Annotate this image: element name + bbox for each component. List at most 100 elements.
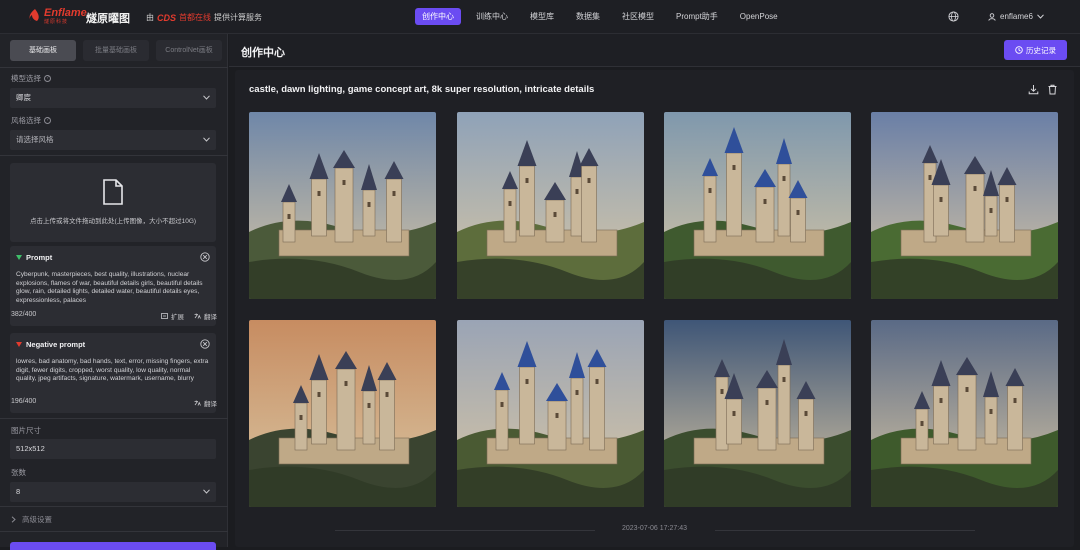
translate-button[interactable]: 翻译 xyxy=(194,311,217,321)
nav-item-prompt-assistant[interactable]: Prompt助手 xyxy=(669,8,725,25)
chevron-down-icon xyxy=(203,137,210,142)
image-count-select[interactable]: 8 xyxy=(10,482,216,502)
main-nav: 创作中心 训练中心 模型库 数据集 社区模型 Prompt助手 OpenPose xyxy=(415,8,793,25)
translate-icon xyxy=(194,313,201,319)
sidebar-panel: 基础画板 批量基础画板 ControlNet画板 模型选择 ? 卿宸 风格选择 … xyxy=(0,34,228,550)
castle-image-3[interactable] xyxy=(664,112,851,299)
image-upload-dropzone[interactable]: 点击上传或将文件拖动到此处(上传图像，大小不超过10G) xyxy=(10,163,216,242)
style-select-label: 风格选择 ? xyxy=(11,115,51,126)
globe-icon[interactable] xyxy=(948,11,959,22)
history-button-label: 历史记录 xyxy=(1026,45,1056,55)
model-select-value: 卿宸 xyxy=(16,93,31,102)
main-header: 创作中心 历史记录 xyxy=(229,34,1080,67)
tab-batch-basic-panel[interactable]: 批量基础画板 xyxy=(83,40,149,61)
model-select[interactable]: 卿宸 xyxy=(10,88,216,108)
help-icon[interactable]: ? xyxy=(44,75,51,82)
divider xyxy=(0,531,228,532)
negative-prompt-char-count: 196/400 xyxy=(11,398,37,405)
castle-illustration xyxy=(457,112,644,299)
generate-button[interactable] xyxy=(10,542,216,550)
chevron-down-icon xyxy=(203,95,210,100)
file-icon xyxy=(103,179,123,205)
collapse-triangle-icon xyxy=(16,342,22,347)
translate-label: 翻译 xyxy=(204,314,217,321)
user-icon xyxy=(988,12,996,21)
timestamp-wrap: 2023-07-06 17:27:43 xyxy=(235,525,1074,532)
castle-illustration xyxy=(871,112,1058,299)
prompt-title: Prompt xyxy=(26,253,53,262)
prompt-header[interactable]: Prompt xyxy=(16,253,52,262)
castle-image-7[interactable] xyxy=(664,320,851,507)
nav-item-community-models[interactable]: 社区模型 xyxy=(615,8,661,25)
castle-image-1[interactable] xyxy=(249,112,436,299)
nav-item-datasets[interactable]: 数据集 xyxy=(569,8,607,25)
timestamp-divider: 2023-07-06 17:27:43 xyxy=(235,525,1074,535)
enflame-logo[interactable]: Enflame 燧原科技 xyxy=(28,8,87,25)
help-icon[interactable]: ? xyxy=(44,117,51,124)
divider xyxy=(0,155,228,156)
clock-icon xyxy=(1015,46,1023,54)
style-select[interactable]: 请选择风格 xyxy=(10,130,216,150)
tab-controlnet-panel[interactable]: ControlNet画板 xyxy=(156,40,222,61)
translate-label: 翻译 xyxy=(204,401,217,408)
expand-button[interactable]: 扩展 xyxy=(161,311,184,321)
chevron-down-icon xyxy=(203,489,210,494)
generation-result-card: castle, dawn lighting, game concept art,… xyxy=(235,70,1074,547)
user-menu[interactable]: enflame6 xyxy=(988,12,1044,21)
sponsor-prefix: 由 xyxy=(146,13,154,22)
nav-item-model-library[interactable]: 模型库 xyxy=(523,8,561,25)
clear-circle-icon[interactable] xyxy=(200,252,210,262)
model-select-label: 模型选择 ? xyxy=(11,73,51,84)
tab-basic-panel[interactable]: 基础画板 xyxy=(10,40,76,61)
flame-logo-icon xyxy=(29,8,39,21)
advanced-settings-toggle[interactable]: 高级设置 xyxy=(11,514,52,525)
generation-timestamp: 2023-07-06 17:27:43 xyxy=(616,525,693,532)
castle-image-4[interactable] xyxy=(871,112,1058,299)
castle-image-8[interactable] xyxy=(871,320,1058,507)
castle-image-2[interactable] xyxy=(457,112,644,299)
image-size-value: 512x512 xyxy=(16,444,45,453)
sponsor-suffix: 提供计算服务 xyxy=(214,13,263,22)
castle-illustration xyxy=(249,320,436,507)
trash-icon[interactable] xyxy=(1047,84,1058,95)
negative-prompt-input[interactable]: lowres, bad anatomy, bad hands, text, er… xyxy=(16,358,210,392)
image-count-value: 8 xyxy=(16,487,21,496)
divider xyxy=(0,67,228,68)
translate-button[interactable]: 翻译 xyxy=(194,398,217,408)
cds-logo-cn: 首都在线 xyxy=(179,13,212,22)
cds-logo: CDS xyxy=(157,12,177,23)
prompt-char-count: 382/400 xyxy=(11,311,37,318)
clear-circle-icon[interactable] xyxy=(200,339,210,349)
top-nav-bar: Enflame 燧原科技 燧原曜图 由 CDS 首都在线 提供计算服务 创作中心… xyxy=(0,0,1080,34)
translate-icon xyxy=(194,400,201,406)
product-name: 燧原曜图 xyxy=(86,13,130,25)
nav-item-training-center[interactable]: 训练中心 xyxy=(469,8,515,25)
panel-mode-tabs: 基础画板 批量基础画板 ControlNet画板 xyxy=(10,40,222,61)
prompt-input[interactable]: Cyberpunk, masterpieces, best quality, i… xyxy=(16,271,210,313)
castle-illustration xyxy=(664,320,851,507)
nav-item-openpose[interactable]: OpenPose xyxy=(733,8,785,25)
negative-prompt-header[interactable]: Negative prompt xyxy=(16,340,85,349)
castle-illustration xyxy=(457,320,644,507)
castle-illustration xyxy=(664,112,851,299)
chevron-down-icon xyxy=(1037,14,1044,19)
castle-illustration xyxy=(249,112,436,299)
castle-image-6[interactable] xyxy=(457,320,644,507)
style-select-value: 请选择风格 xyxy=(16,135,54,144)
model-select-label-text: 模型选择 xyxy=(11,74,41,83)
expand-label: 扩展 xyxy=(171,314,184,321)
result-prompt-title: castle, dawn lighting, game concept art,… xyxy=(249,84,595,95)
image-size-label: 图片尺寸 xyxy=(11,426,41,435)
style-select-label-text: 风格选择 xyxy=(11,116,41,125)
castle-illustration xyxy=(871,320,1058,507)
castle-image-5[interactable] xyxy=(249,320,436,507)
download-icon[interactable] xyxy=(1028,84,1039,95)
nav-item-create-center[interactable]: 创作中心 xyxy=(415,8,461,25)
negative-prompt-title: Negative prompt xyxy=(26,340,86,349)
history-button[interactable]: 历史记录 xyxy=(1004,40,1067,60)
result-tools xyxy=(1028,84,1058,95)
logo-text: Enflame xyxy=(44,7,87,19)
image-count-label: 张数 xyxy=(11,468,26,477)
image-size-select[interactable]: 512x512 xyxy=(10,439,216,459)
logo-subtext: 燧原科技 xyxy=(44,19,69,25)
